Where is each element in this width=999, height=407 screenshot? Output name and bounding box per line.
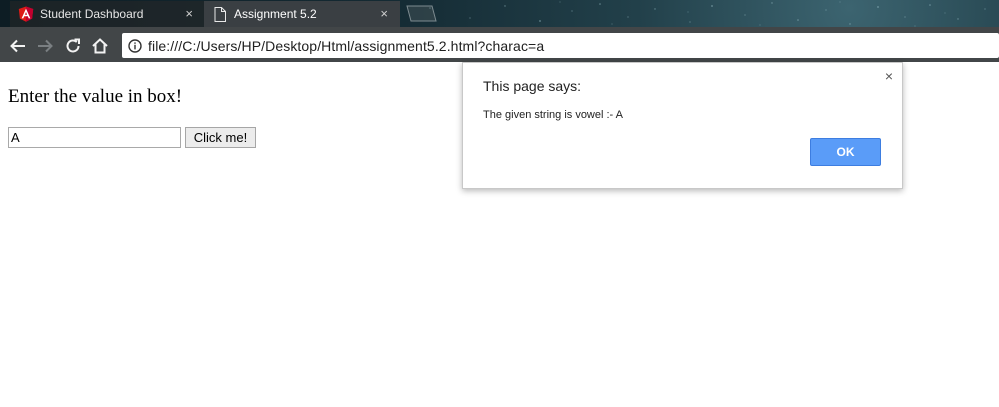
tab-student-dashboard[interactable]: Student Dashboard × bbox=[10, 1, 205, 27]
tab-close-icon[interactable]: × bbox=[380, 6, 388, 22]
address-bar[interactable]: file:///C:/Users/HP/Desktop/Html/assignm… bbox=[122, 33, 999, 58]
angular-logo-icon bbox=[18, 6, 34, 22]
url-text[interactable]: file:///C:/Users/HP/Desktop/Html/assignm… bbox=[148, 38, 544, 54]
forward-arrow-icon[interactable] bbox=[35, 36, 55, 56]
info-icon[interactable] bbox=[128, 38, 142, 53]
value-input[interactable] bbox=[8, 127, 181, 148]
new-tab-button[interactable] bbox=[402, 5, 438, 22]
document-icon bbox=[212, 6, 228, 22]
click-me-button[interactable]: Click me! bbox=[185, 127, 256, 148]
reload-icon[interactable] bbox=[63, 36, 83, 56]
tab-title: Student Dashboard bbox=[40, 7, 144, 21]
dialog-title: This page says: bbox=[483, 78, 582, 94]
tab-close-icon[interactable]: × bbox=[185, 6, 193, 22]
alert-dialog: This page says: × The given string is vo… bbox=[462, 62, 903, 189]
ok-button[interactable]: OK bbox=[810, 138, 881, 166]
dialog-message: The given string is vowel :- A bbox=[483, 109, 624, 121]
page-heading: Enter the value in box! bbox=[8, 86, 183, 107]
dialog-close-icon[interactable]: × bbox=[885, 68, 893, 84]
tab-title: Assignment 5.2 bbox=[234, 7, 317, 21]
back-arrow-icon[interactable] bbox=[8, 36, 28, 56]
tab-assignment-5-2[interactable]: Assignment 5.2 × bbox=[204, 1, 400, 27]
home-icon[interactable] bbox=[90, 36, 110, 56]
